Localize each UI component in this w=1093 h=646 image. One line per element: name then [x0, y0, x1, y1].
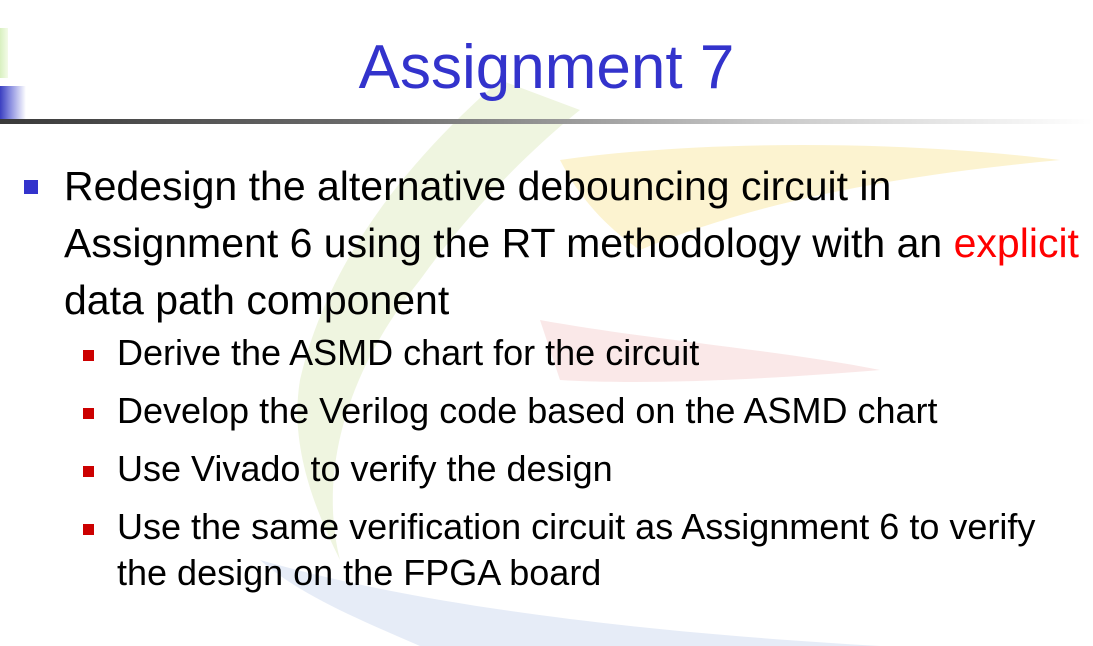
sub-bullet-text: Use the same verification circuit as Ass… — [117, 506, 1036, 593]
main-bullet-text-after: data path component — [64, 277, 450, 323]
level2-bullet-marker — [83, 350, 94, 361]
main-bullet: Redesign the alternative debouncing circ… — [24, 158, 1079, 329]
sub-bullet: Use the same verification circuit as Ass… — [83, 504, 1077, 596]
sub-bullet: Derive the ASMD chart for the circuit — [83, 330, 1077, 376]
slide: Assignment 7 Redesign the alternative de… — [0, 0, 1093, 646]
sub-bullet-text: Use Vivado to verify the design — [117, 448, 613, 489]
sub-bullet: Use Vivado to verify the design — [83, 446, 1077, 492]
sub-bullet: Develop the Verilog code based on the AS… — [83, 388, 1077, 434]
level1-bullet-marker — [24, 180, 38, 194]
slide-title: Assignment 7 — [358, 33, 735, 102]
main-bullet-text-before: Redesign the alternative debouncing circ… — [64, 163, 943, 266]
title-divider — [0, 119, 1093, 124]
level2-bullet-marker — [83, 408, 94, 419]
sub-bullet-text: Develop the Verilog code based on the AS… — [117, 390, 938, 431]
level2-bullet-marker — [83, 524, 94, 535]
level2-bullet-marker — [83, 466, 94, 477]
sub-bullet-list: Derive the ASMD chart for the circuit De… — [83, 330, 1077, 608]
sub-bullet-text: Derive the ASMD chart for the circuit — [117, 332, 700, 373]
main-bullet-highlight: explicit — [953, 220, 1079, 266]
